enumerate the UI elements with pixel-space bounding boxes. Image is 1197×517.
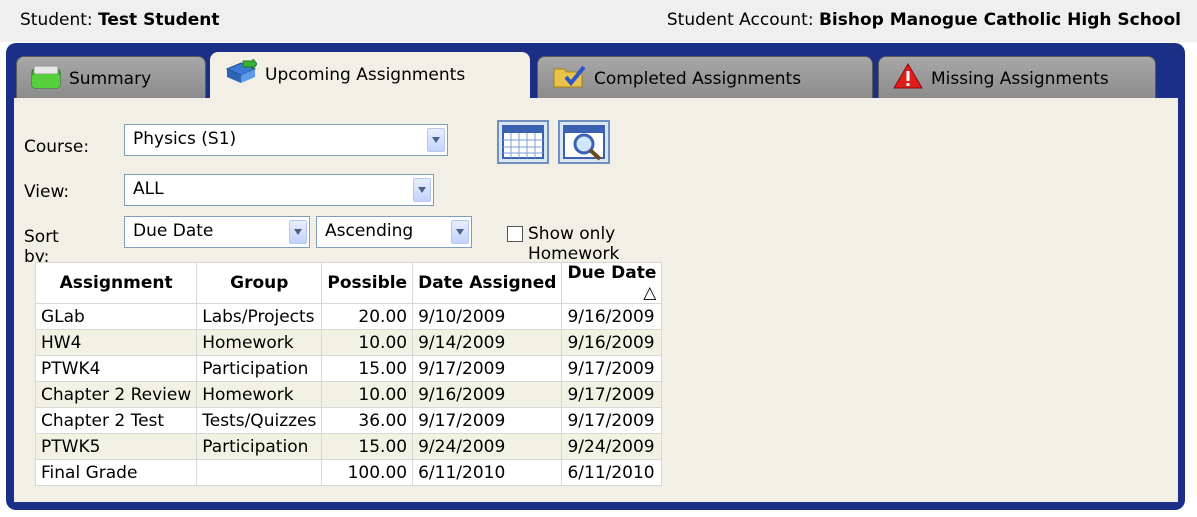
- group-cell: Participation: [196, 433, 323, 460]
- assignment-cell: PTWK5: [34, 433, 198, 460]
- column-header-assignment[interactable]: Assignment: [34, 262, 198, 304]
- due-date-cell: 9/16/2009: [561, 303, 663, 330]
- top-bar: Student: Test Student Student Account: B…: [0, 0, 1197, 42]
- table-row: PTWK5 Participation 15.00 9/24/2009 9/24…: [34, 433, 663, 460]
- column-header-group[interactable]: Group: [196, 262, 323, 304]
- sort-ascending-icon: △: [643, 283, 657, 303]
- assignments-table: Assignment Group Possible Date Assigned …: [34, 262, 663, 486]
- assignment-cell: Final Grade: [34, 459, 198, 486]
- assignment-cell: HW4: [34, 329, 198, 356]
- date-assigned-cell: 9/17/2009: [412, 407, 563, 434]
- possible-cell: 36.00: [321, 407, 414, 434]
- chevron-down-icon: [451, 220, 469, 244]
- possible-cell: 100.00: [321, 459, 414, 486]
- folder-check-icon: [552, 63, 586, 94]
- tab-summary[interactable]: Summary: [16, 56, 206, 100]
- calendar-icon: [502, 125, 544, 159]
- tab-upcoming-assignments[interactable]: Upcoming Assignments: [210, 52, 530, 116]
- chevron-down-icon: [427, 128, 445, 152]
- sort-order-value: Ascending: [325, 221, 414, 241]
- sort-field-value: Due Date: [133, 221, 214, 241]
- date-assigned-cell: 9/10/2009: [412, 303, 563, 330]
- assignment-cell: PTWK4: [34, 355, 198, 382]
- homework-only-checkbox[interactable]: [507, 226, 523, 242]
- date-assigned-cell: 9/17/2009: [412, 355, 563, 382]
- assignment-cell: Chapter 2 Test: [34, 407, 198, 434]
- table-row: Chapter 2 Review Homework 10.00 9/16/200…: [34, 381, 663, 408]
- chevron-down-icon: [289, 220, 307, 244]
- course-value: Physics (S1): [133, 129, 237, 149]
- due-date-cell: 6/11/2010: [561, 459, 663, 486]
- group-cell: Homework: [196, 381, 323, 408]
- table-row: GLab Labs/Projects 20.00 9/10/2009 9/16/…: [34, 303, 663, 330]
- book-arrow-icon: [225, 57, 258, 90]
- account-name: Bishop Manogue Catholic High School: [818, 10, 1181, 30]
- view-select[interactable]: ALL: [124, 174, 434, 206]
- account-info: Student Account: Bishop Manogue Catholic…: [667, 10, 1181, 30]
- tab-completed-assignments[interactable]: Completed Assignments: [537, 56, 873, 100]
- group-cell: Labs/Projects: [196, 303, 323, 330]
- possible-cell: 15.00: [321, 433, 414, 460]
- view-value: ALL: [133, 179, 164, 199]
- possible-cell: 20.00: [321, 303, 414, 330]
- course-label: Course:: [24, 137, 90, 157]
- tab-missing-label: Missing Assignments: [931, 68, 1109, 89]
- possible-cell: 10.00: [321, 381, 414, 408]
- folder-icon: [31, 63, 61, 94]
- possible-cell: 15.00: [321, 355, 414, 382]
- calendar-search-button[interactable]: [558, 120, 610, 164]
- student-name: Test Student: [98, 10, 220, 30]
- column-header-date-assigned[interactable]: Date Assigned: [412, 262, 563, 304]
- assignment-cell: GLab: [34, 303, 198, 330]
- course-select[interactable]: Physics (S1): [124, 124, 448, 156]
- due-date-cell: 9/24/2009: [561, 433, 663, 460]
- sort-order-select[interactable]: Ascending: [316, 216, 472, 248]
- tab-missing-assignments[interactable]: Missing Assignments: [878, 56, 1156, 100]
- tab-completed-label: Completed Assignments: [594, 68, 802, 89]
- possible-cell: 10.00: [321, 329, 414, 356]
- table-row: Chapter 2 Test Tests/Quizzes 36.00 9/17/…: [34, 407, 663, 434]
- date-assigned-cell: 6/11/2010: [412, 459, 563, 486]
- due-date-cell: 9/17/2009: [561, 355, 663, 382]
- group-cell: Homework: [196, 329, 323, 356]
- calendar-view-button[interactable]: [497, 120, 549, 164]
- table-row: PTWK4 Participation 15.00 9/17/2009 9/17…: [34, 355, 663, 382]
- sort-label: Sort by:: [24, 227, 59, 267]
- column-header-due-date[interactable]: Due Date △: [561, 262, 663, 304]
- group-cell: [196, 459, 323, 486]
- student-info: Student: Test Student: [20, 10, 220, 30]
- date-assigned-cell: 9/14/2009: [412, 329, 563, 356]
- view-label: View:: [24, 182, 70, 202]
- date-assigned-cell: 9/24/2009: [412, 433, 563, 460]
- group-cell: Participation: [196, 355, 323, 382]
- group-cell: Tests/Quizzes: [196, 407, 323, 434]
- due-date-cell: 9/17/2009: [561, 381, 663, 408]
- due-date-cell: 9/16/2009: [561, 329, 663, 356]
- warning-icon: [893, 63, 923, 94]
- tab-summary-label: Summary: [69, 68, 152, 89]
- table-header-row: Assignment Group Possible Date Assigned …: [34, 262, 663, 304]
- column-header-possible[interactable]: Possible: [321, 262, 414, 304]
- due-date-cell: 9/17/2009: [561, 407, 663, 434]
- tab-upcoming-label: Upcoming Assignments: [265, 64, 466, 85]
- date-assigned-cell: 9/16/2009: [412, 381, 563, 408]
- assignment-cell: Chapter 2 Review: [34, 381, 198, 408]
- account-label: Student Account:: [666, 10, 814, 30]
- student-label: Student:: [20, 10, 93, 30]
- calendar-search-icon: [563, 125, 605, 161]
- table-row: HW4 Homework 10.00 9/14/2009 9/16/2009: [34, 329, 663, 356]
- chevron-down-icon: [413, 178, 431, 202]
- table-row: Final Grade 100.00 6/11/2010 6/11/2010: [34, 459, 663, 486]
- sort-field-select[interactable]: Due Date: [124, 216, 310, 248]
